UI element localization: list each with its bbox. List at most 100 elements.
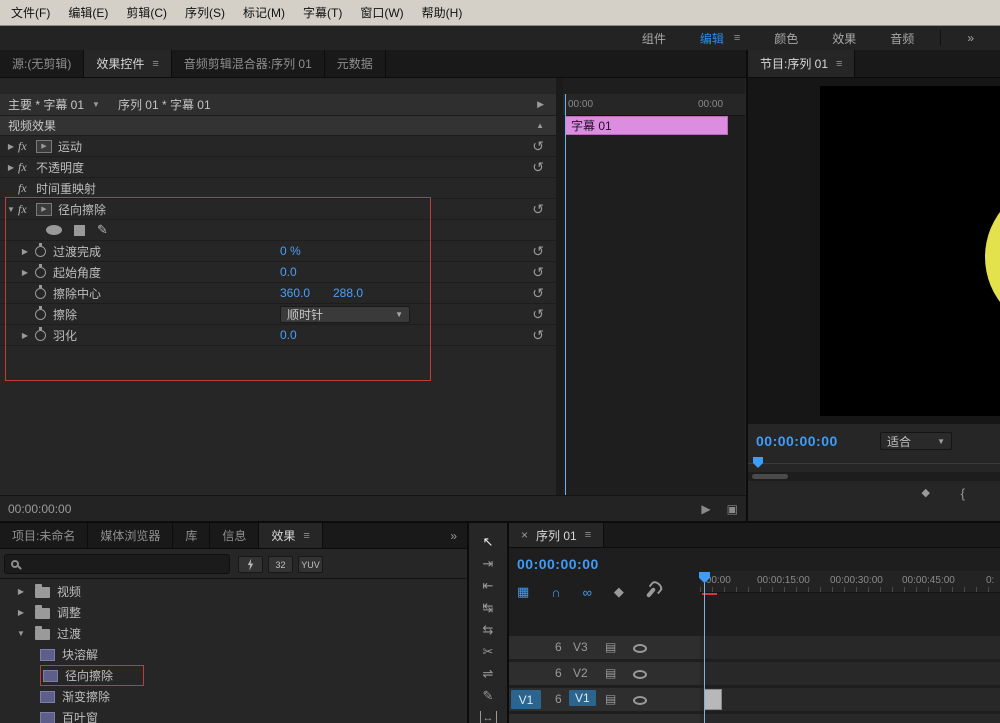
menu-markers[interactable]: 标记(M) (234, 1, 294, 24)
panel-splitter[interactable] (556, 78, 563, 495)
reset-icon[interactable]: ↺ (532, 286, 544, 300)
chevron-right-icon[interactable]: ▶ (18, 331, 32, 340)
source-patch-v1[interactable]: V1 (511, 690, 541, 709)
selection-tool[interactable]: ↖ (483, 535, 494, 549)
rate-stretch-tool[interactable]: ⇆ (483, 623, 494, 637)
snap-icon[interactable]: ∩ (551, 585, 560, 600)
tab-project[interactable]: 项目:未命名 (0, 523, 89, 548)
close-icon[interactable]: × (521, 528, 528, 542)
track-output-icon[interactable]: ▤ (605, 640, 616, 654)
slide-tool[interactable]: ⇌ (483, 667, 494, 681)
timeline-timecode[interactable]: 00:00:00:00 (517, 556, 599, 572)
pen-tool[interactable]: ✎ (483, 689, 494, 703)
workspace-audio[interactable]: 音频 (890, 30, 914, 47)
effect-row-radial-wipe[interactable]: 径向擦除 (0, 665, 467, 686)
reset-icon[interactable]: ↺ (532, 160, 544, 174)
track-content-v3[interactable] (700, 636, 1000, 659)
reset-icon[interactable]: ↺ (532, 328, 544, 342)
workspace-color[interactable]: 颜色 (774, 30, 798, 47)
menu-titles[interactable]: 字幕(T) (294, 1, 351, 24)
program-scrubber[interactable] (748, 456, 1000, 470)
tab-source-monitor[interactable]: 源:(无剪辑) (0, 50, 85, 77)
program-scrollbar[interactable] (748, 472, 1000, 481)
tab-libraries[interactable]: 库 (173, 523, 211, 548)
mark-in-icon[interactable]: { (961, 486, 965, 501)
effect-row-block-dissolve[interactable]: 块溶解 (0, 644, 467, 665)
panel-menu-icon[interactable]: ≡ (836, 58, 842, 70)
stopwatch-icon[interactable] (35, 305, 46, 320)
mini-timeline-ruler[interactable]: 00:00 00:00 (563, 94, 745, 116)
menu-file[interactable]: 文件(F) (2, 1, 59, 24)
folder-row-transition[interactable]: ▼ 过渡 (0, 623, 467, 644)
search-input[interactable] (25, 556, 215, 572)
effect-row-opacity[interactable]: ▶ fx 不透明度 ↺ (0, 157, 556, 178)
program-timecode[interactable]: 00:00:00:00 (756, 433, 838, 449)
razor-tool[interactable]: ✂ (483, 645, 494, 659)
panel-menu-icon[interactable]: ≡ (152, 58, 158, 70)
panel-menu-icon[interactable]: ≡ (303, 530, 309, 542)
rect-mask-icon[interactable] (74, 224, 85, 236)
workspace-assembly[interactable]: 组件 (642, 30, 666, 47)
reset-icon[interactable]: ↺ (532, 139, 544, 153)
tab-overflow-icon[interactable]: » (440, 523, 467, 548)
reset-icon[interactable]: ↺ (532, 202, 544, 216)
panel-menu-icon[interactable]: ≡ (585, 529, 591, 541)
chevron-right-icon[interactable]: ▶ (14, 587, 28, 596)
chevron-right-icon[interactable]: ▶ (4, 163, 18, 172)
32bit-color-badge[interactable]: 32 (268, 556, 293, 573)
accelerated-effects-badge[interactable] (238, 556, 263, 573)
stopwatch-icon[interactable] (35, 242, 46, 257)
tab-metadata[interactable]: 元数据 (325, 50, 386, 77)
linked-selection-icon[interactable]: ∞ (583, 585, 592, 600)
scroll-up-icon[interactable]: ▲ (536, 121, 544, 130)
track-content-v2[interactable] (700, 662, 1000, 685)
tab-info[interactable]: 信息 (210, 523, 260, 548)
timeline-view-toggle-icon[interactable]: ▶ (537, 99, 544, 110)
subtitle-clip[interactable] (704, 689, 722, 710)
tab-audio-clip-mixer[interactable]: 音频剪辑混合器:序列 01 (172, 50, 325, 77)
chevron-down-icon[interactable]: ▼ (14, 629, 28, 638)
playhead[interactable] (753, 457, 763, 468)
master-clip-label[interactable]: 主要 * 字幕 01 (8, 96, 84, 113)
menu-window[interactable]: 窗口(W) (351, 1, 412, 24)
effect-row-time-remapping[interactable]: fx 时间重映射 (0, 178, 556, 199)
sync-lock-icon[interactable]: 6 (555, 692, 562, 706)
param-value-y[interactable]: 288.0 (333, 286, 363, 300)
workspace-effects[interactable]: 效果 (832, 30, 856, 47)
add-marker-icon[interactable]: ◆ (614, 584, 624, 600)
tab-effect-controls[interactable]: 效果控件 ≡ (84, 50, 172, 77)
zoom-tool[interactable]: ↔ (479, 711, 497, 723)
export-frame-icon[interactable]: ▣ (727, 502, 738, 516)
menu-clip[interactable]: 剪辑(C) (117, 1, 176, 24)
track-output-icon[interactable]: ▤ (605, 666, 616, 680)
menu-edit[interactable]: 编辑(E) (59, 1, 117, 24)
effect-controls-timecode[interactable]: 00:00:00:00 (8, 502, 71, 516)
track-content-partial[interactable] (700, 714, 1000, 723)
effects-search-box[interactable] (4, 554, 230, 574)
subtitle-clip[interactable]: 字幕 01 (565, 116, 728, 135)
param-value[interactable]: 0.0 (280, 328, 297, 342)
effect-row-gradient-wipe[interactable]: 渐变擦除 (0, 686, 467, 707)
scrollbar-handle[interactable] (752, 474, 788, 479)
pen-mask-icon[interactable]: ✎ (97, 222, 108, 238)
track-label[interactable]: V3 (573, 640, 588, 654)
stopwatch-icon[interactable] (35, 326, 46, 341)
track-visibility-icon[interactable] (633, 670, 647, 679)
track-output-icon[interactable]: ▤ (605, 692, 616, 706)
workspace-editing[interactable]: 编辑 (700, 30, 724, 47)
sync-lock-icon[interactable]: 6 (555, 640, 562, 654)
chevron-right-icon[interactable]: ▶ (18, 247, 32, 256)
stopwatch-icon[interactable] (35, 263, 46, 278)
track-visibility-icon[interactable] (633, 644, 647, 653)
playhead[interactable] (565, 94, 566, 495)
workspace-menu-icon[interactable]: ≡ (734, 32, 740, 44)
chevron-right-icon[interactable]: ▶ (18, 268, 32, 277)
folder-row-adjust[interactable]: ▶ 调整 (0, 602, 467, 623)
chevron-right-icon[interactable]: ▶ (14, 608, 28, 617)
track-visibility-icon[interactable] (633, 696, 647, 705)
reset-icon[interactable]: ↺ (532, 307, 544, 321)
tab-sequence-01[interactable]: × 序列 01 ≡ (509, 523, 605, 547)
param-value-x[interactable]: 360.0 (280, 286, 310, 300)
yuv-badge[interactable]: YUV (298, 556, 323, 573)
workspace-overflow[interactable]: » (967, 31, 974, 45)
